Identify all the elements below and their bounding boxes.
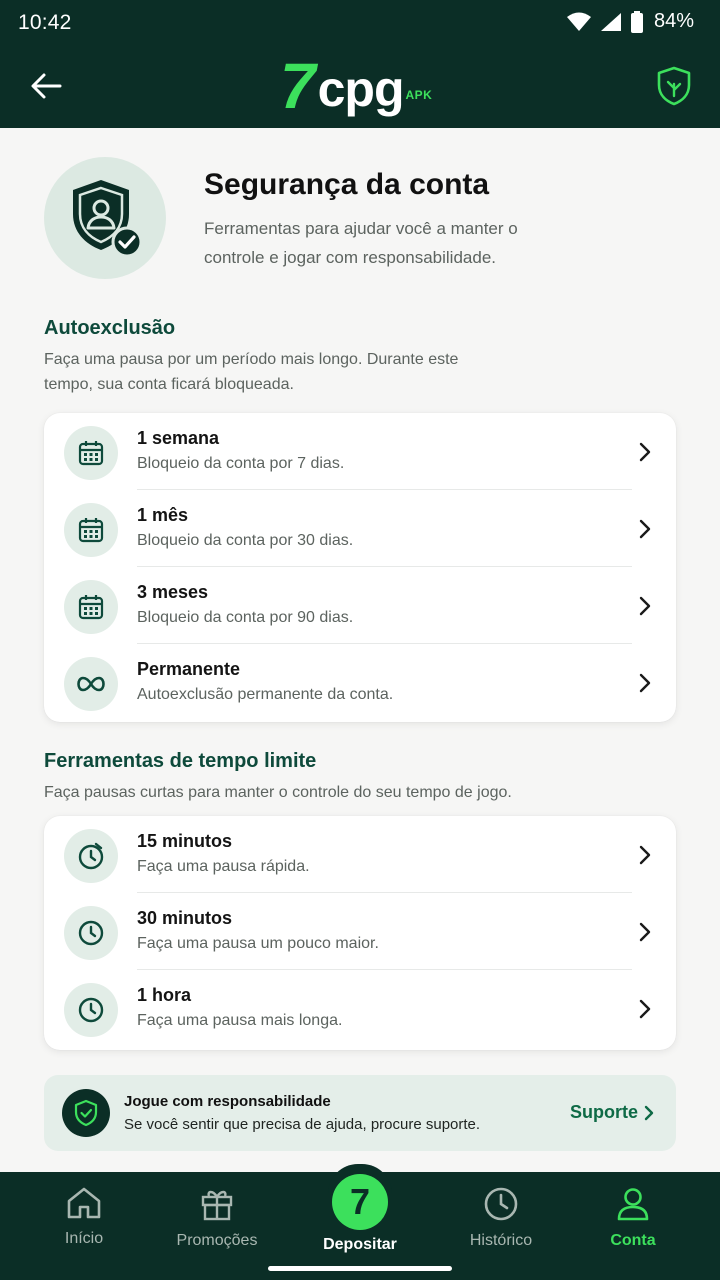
nav-home-label: Início [64,1230,104,1247]
infinity-icon [64,657,118,711]
self-exclusion-description: Faça uma pausa por um período mais longo… [44,351,459,393]
option-title: 30 minutos [137,908,233,928]
self-exclusion-option-3-months[interactable]: 3 meses Bloqueio da conta por 90 dias. [44,567,676,644]
calendar-icon [64,580,118,634]
option-description: Faça uma pausa mais longa. [137,1012,343,1029]
responsible-gaming-button[interactable] [656,66,692,106]
clock-icon [64,983,118,1037]
home-indicator [268,1266,452,1271]
home-icon [67,1187,101,1219]
nav-account[interactable]: Conta [568,1186,698,1250]
shield-check-icon [62,1089,110,1137]
battery-percent: 84% [653,10,694,32]
arrow-left-icon [31,73,62,99]
timeout-tools-title: Ferramentas de tempo limite [44,750,317,772]
chevron-right-icon [639,673,651,693]
brand-logo: 7 cpg APK [280,50,433,122]
nav-deposit-button[interactable]: 7 [332,1174,388,1230]
nav-history-label: Histórico [469,1232,533,1249]
support-link-label: Suporte [569,1102,638,1122]
clock-icon [64,906,118,960]
banner-description: Se você sentir que precisa de ajuda, pro… [124,1116,481,1133]
back-button[interactable] [28,68,64,104]
chevron-right-icon [639,845,651,865]
option-description: Faça uma pausa rápida. [137,858,310,875]
signal-icon [600,12,621,31]
calendar-icon [64,503,118,557]
self-exclusion-title: Autoexclusão [44,317,176,339]
nav-home[interactable]: Início [19,1186,149,1248]
shield-leaf-icon [657,66,691,106]
option-description: Autoexclusão permanente da conta. [137,686,394,703]
chevron-right-icon [639,922,651,942]
user-icon [617,1188,649,1221]
clock-icon [64,829,118,883]
option-description: Bloqueio da conta por 90 dias. [137,609,354,626]
option-title: 3 meses [137,582,209,602]
timeout-card: 15 minutos Faça uma pausa rápida. 30 min… [44,816,676,1050]
option-title: Permanente [137,659,241,679]
deposit-icon: 7 [349,1181,371,1222]
logo-text: cpg [317,61,405,117]
calendar-icon [64,426,118,480]
responsible-gaming-banner: Jogue com responsabilidade Se você senti… [44,1075,676,1151]
option-description: Faça uma pausa um pouco maior. [137,935,379,952]
nav-promotions[interactable]: Promoções [152,1186,282,1250]
clock-icon [484,1187,518,1221]
page-title: Segurança da conta [204,168,490,201]
chevron-right-icon [639,442,651,462]
timeout-tools-description: Faça pausas curtas para manter o control… [44,784,512,801]
timeout-option-1-hour[interactable]: 1 hora Faça uma pausa mais longa. [44,970,676,1047]
nav-promotions-label: Promoções [176,1232,258,1249]
wifi-icon [566,12,591,31]
account-security-illustration [44,157,166,279]
self-exclusion-option-1-week[interactable]: 1 semana Bloqueio da conta por 7 dias. [44,413,676,490]
gift-icon [201,1190,233,1221]
option-description: Bloqueio da conta por 7 dias. [137,455,345,472]
logo-tag: APK [405,88,433,102]
option-title: 1 semana [137,428,220,448]
banner-title: Jogue com responsabilidade [124,1093,331,1110]
self-exclusion-card: 1 semana Bloqueio da conta por 7 dias. 1… [44,413,676,722]
battery-icon [630,10,643,33]
shield-user-icon [73,180,143,258]
nav-history[interactable]: Histórico [436,1186,566,1250]
logo-seven: 7 [280,50,316,122]
page-description: Ferramentas para ajudar você a manter o … [204,219,518,267]
chevron-right-icon [639,519,651,539]
chevron-right-icon [644,1105,654,1120]
status-time: 10:42 [18,11,72,34]
status-bar: 10:42 84% [0,0,720,48]
chevron-right-icon [639,596,651,616]
timeout-option-30-minutes[interactable]: 30 minutos Faça uma pausa um pouco maior… [44,893,676,970]
option-title: 1 hora [137,985,192,1005]
nav-deposit-label[interactable]: Depositar [300,1236,420,1254]
option-description: Bloqueio da conta por 30 dias. [137,532,354,549]
timeout-option-15-minutes[interactable]: 15 minutos Faça uma pausa rápida. [44,816,676,893]
chevron-right-icon [639,999,651,1019]
self-exclusion-option-permanent[interactable]: Permanente Autoexclusão permanente da co… [44,644,676,721]
nav-account-label: Conta [610,1232,656,1249]
option-title: 15 minutos [137,831,233,851]
support-link[interactable]: Suporte [570,1102,654,1123]
self-exclusion-option-1-month[interactable]: 1 mês Bloqueio da conta por 30 dias. [44,490,676,567]
option-title: 1 mês [137,505,189,525]
